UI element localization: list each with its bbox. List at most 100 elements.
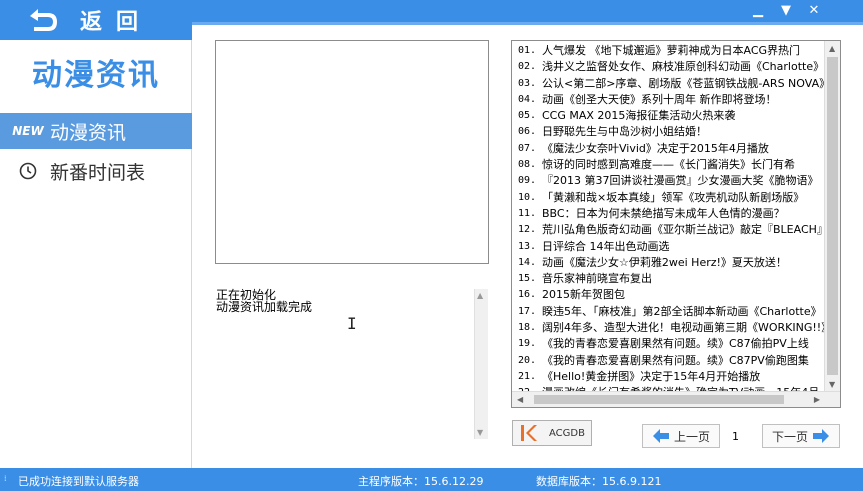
arrow-left-icon <box>652 429 669 443</box>
scroll-right-icon[interactable]: ▶ <box>814 395 820 404</box>
news-list-item[interactable]: 18. 阔别4年多、造型大进化！电视动画第三期《WORKING!!》 <box>518 320 824 336</box>
log-textarea[interactable]: 正在初始化 动漫资讯加载完成 ▲ ▼ <box>214 289 488 439</box>
back-button[interactable]: 返回 <box>0 0 192 40</box>
news-list-item[interactable]: 12. 荒川弘角色版奇幻动画《亚尔斯兰战记》敲定『BLEACH』 <box>518 222 824 238</box>
status-message: 已成功连接到默认服务器 <box>18 475 139 488</box>
acgdb-logo-icon <box>521 425 537 441</box>
news-item-number: 06. <box>518 126 537 138</box>
nav-item-label: 新番时间表 <box>50 161 146 184</box>
prev-page-button[interactable]: 上一页 <box>642 424 720 448</box>
next-page-label: 下一页 <box>771 429 808 444</box>
vertical-scrollbar[interactable]: ▲ ▼ <box>824 41 840 392</box>
news-item-number: 19. <box>518 338 537 350</box>
news-item-number: 21. <box>518 370 537 382</box>
news-list-item[interactable]: 19. 《我的青春恋爱喜剧果然有问题。续》C87偷拍PV上线 <box>518 336 824 352</box>
news-list-item[interactable]: 09. 『2013 第37回讲谈社漫画赏』少女漫画大奖《脆物语》 <box>518 173 824 189</box>
news-list-item[interactable]: 03. 公认<第二部>序章、剧场版《苍蓝钢铁战舰-ARS NOVA》 <box>518 76 824 92</box>
news-item-title: 日评综合 14年出色动画选 <box>542 239 670 253</box>
news-items: 01. 人气爆发 《地下城邂逅》萝莉神成为日本ACG界热门 02. 浅井义之监督处女作… <box>518 43 824 402</box>
news-list-item[interactable]: 21. 《Hello!黄金拼图》决定于15年4月开始播放 <box>518 369 824 385</box>
news-item-number: 09. <box>518 175 537 187</box>
news-list-item[interactable]: 10. 「黄濑和哉×坂本真绫」领军《攻壳机动队新剧场版》 <box>518 190 824 206</box>
news-list[interactable]: 01. 人气爆发 《地下城邂逅》萝莉神成为日本ACG界热门 02. 浅井义之监督处女作… <box>511 40 841 408</box>
arrow-right-icon <box>813 429 829 443</box>
news-list-item[interactable]: 15. 音乐家神前晓宣布复出 <box>518 271 824 287</box>
scroll-up-icon[interactable]: ▲ <box>829 44 835 53</box>
back-label: 返回 <box>80 10 153 35</box>
news-list-item[interactable]: 13. 日评综合 14年出色动画选 <box>518 239 824 255</box>
nav-item-schedule[interactable]: 新番时间表 <box>0 153 192 189</box>
status-bar: ⁞ 已成功连接到默认服务器 主程序版本：15.6.12.29 数据库版本：15.… <box>0 468 863 491</box>
scrollbar-thumb[interactable] <box>534 395 784 404</box>
sidebar: 返回 动漫资讯 NEW 动漫资讯 新番时间表 <box>0 0 192 468</box>
menu-dropdown-button[interactable]: ▼ <box>778 3 794 19</box>
news-item-title: 《我的青春恋爱喜剧果然有问题。续》C87PV偷跑图集 <box>542 353 809 367</box>
news-item-title: 《我的青春恋爱喜剧果然有问题。续》C87偷拍PV上线 <box>542 337 809 351</box>
scroll-down-icon[interactable]: ▼ <box>477 428 483 437</box>
news-list-item[interactable]: 04. 动画《创圣大天使》系列十周年 新作即将登场！ <box>518 92 824 108</box>
news-item-title: 《魔法少女奈叶Vivid》决定于2015年4月播放 <box>542 141 769 155</box>
news-item-number: 12. <box>518 224 537 236</box>
news-list-item[interactable]: 06. 日野聪先生与中岛沙树小姐结婚！ <box>518 124 824 140</box>
news-list-item[interactable]: 20. 《我的青春恋爱喜剧果然有问题。续》C87PV偷跑图集 <box>518 353 824 369</box>
scroll-up-icon[interactable]: ▲ <box>477 291 483 300</box>
main-version: 主程序版本：15.6.12.29 <box>358 475 484 488</box>
text-cursor-icon: I <box>347 314 357 333</box>
news-list-item[interactable]: 16. 2015新年贺图包 <box>518 287 824 303</box>
news-list-item[interactable]: 11. BBC：日本为何未禁绝描写未成年人色情的漫画？ <box>518 206 824 222</box>
news-item-number: 05. <box>518 110 537 122</box>
news-item-number: 20. <box>518 354 537 366</box>
news-list-item[interactable]: 17. 睽违5年、「麻枝准」第2部全话脚本新动画《Charlotte》 <box>518 304 824 320</box>
acgdb-label: ACGDB <box>549 427 585 439</box>
nav-item-label: 动漫资讯 <box>50 121 127 144</box>
news-item-title: 《Hello!黄金拼图》决定于15年4月开始播放 <box>542 369 761 383</box>
news-item-number: 10. <box>518 191 537 203</box>
minimize-button[interactable]: ▁ <box>750 3 766 19</box>
news-list-item[interactable]: 08. 惊讶的同时感到高难度——《长门酱消失》长门有希 <box>518 157 824 173</box>
news-item-title: 『2013 第37回讲谈社漫画赏』少女漫画大奖《脆物语》 <box>542 174 819 188</box>
next-page-button[interactable]: 下一页 <box>762 424 840 448</box>
news-item-title: 荒川弘角色版奇幻动画《亚尔斯兰战记》敲定『BLEACH』 <box>542 223 824 237</box>
news-item-title: 阔别4年多、造型大进化！电视动画第三期《WORKING!!》 <box>542 321 824 335</box>
news-list-item[interactable]: 05. CCG MAX 2015海报征集活动火热来袭 <box>518 108 824 124</box>
news-item-number: 08. <box>518 159 537 171</box>
log-scrollbar[interactable]: ▲ ▼ <box>474 289 488 439</box>
news-list-item[interactable]: 07. 《魔法少女奈叶Vivid》决定于2015年4月播放 <box>518 141 824 157</box>
log-text: 正在初始化 动漫资讯加载完成 <box>216 288 313 314</box>
resize-grip-icon: ⁞ <box>4 474 7 483</box>
news-item-title: 公认<第二部>序章、剧场版《苍蓝钢铁战舰-ARS NOVA》 <box>542 76 824 90</box>
news-item-title: 音乐家神前晓宣布复出 <box>542 272 652 286</box>
scrollbar-thumb[interactable] <box>827 57 838 375</box>
news-item-title: BBC：日本为何未禁绝描写未成年人色情的漫画？ <box>542 206 785 220</box>
scroll-left-icon[interactable]: ◀ <box>517 395 523 404</box>
news-image-preview <box>215 40 489 264</box>
news-item-number: 13. <box>518 240 537 252</box>
news-item-title: 日野聪先生与中岛沙树小姐结婚！ <box>542 125 707 139</box>
news-list-item[interactable]: 01. 人气爆发 《地下城邂逅》萝莉神成为日本ACG界热门 <box>518 43 824 59</box>
back-arrow-icon <box>30 9 57 31</box>
news-item-number: 03. <box>518 77 537 89</box>
news-item-title: 惊讶的同时感到高难度——《长门酱消失》长门有希 <box>542 158 795 172</box>
news-item-title: CCG MAX 2015海报征集活动火热来袭 <box>542 109 736 123</box>
news-item-number: 16. <box>518 289 537 301</box>
nav-item-anime-news[interactable]: NEW 动漫资讯 <box>0 113 192 149</box>
news-item-number: 02. <box>518 61 537 73</box>
news-item-number: 01. <box>518 45 537 56</box>
app-title: 动漫资讯 <box>32 58 160 93</box>
clock-icon <box>16 161 40 181</box>
news-item-title: 动画《创圣大天使》系列十周年 新作即将登场！ <box>542 92 777 106</box>
news-list-item[interactable]: 14. 动画《魔法少女☆伊莉雅2wei Herz!》夏天放送！ <box>518 255 824 271</box>
news-item-number: 15. <box>518 273 537 285</box>
prev-page-label: 上一页 <box>673 429 710 444</box>
news-list-item[interactable]: 02. 浅井义之监督处女作、麻枝准原创科幻动画《Charlotte》 <box>518 59 824 75</box>
news-item-title: 「黄濑和哉×坂本真绫」领军《攻壳机动队新剧场版》 <box>542 190 805 204</box>
news-item-title: 睽违5年、「麻枝准」第2部全话脚本新动画《Charlotte》 <box>542 304 822 318</box>
close-button[interactable]: ✕ <box>806 3 822 19</box>
news-item-number: 11. <box>518 207 537 219</box>
acgdb-button[interactable]: ACGDB <box>512 420 592 446</box>
page-number: 1 <box>732 430 739 443</box>
scroll-down-icon[interactable]: ▼ <box>829 380 835 389</box>
horizontal-scrollbar[interactable]: ◀ ▶ <box>512 391 840 407</box>
news-item-number: 14. <box>518 256 537 268</box>
news-item-title: 2015新年贺图包 <box>542 288 625 302</box>
